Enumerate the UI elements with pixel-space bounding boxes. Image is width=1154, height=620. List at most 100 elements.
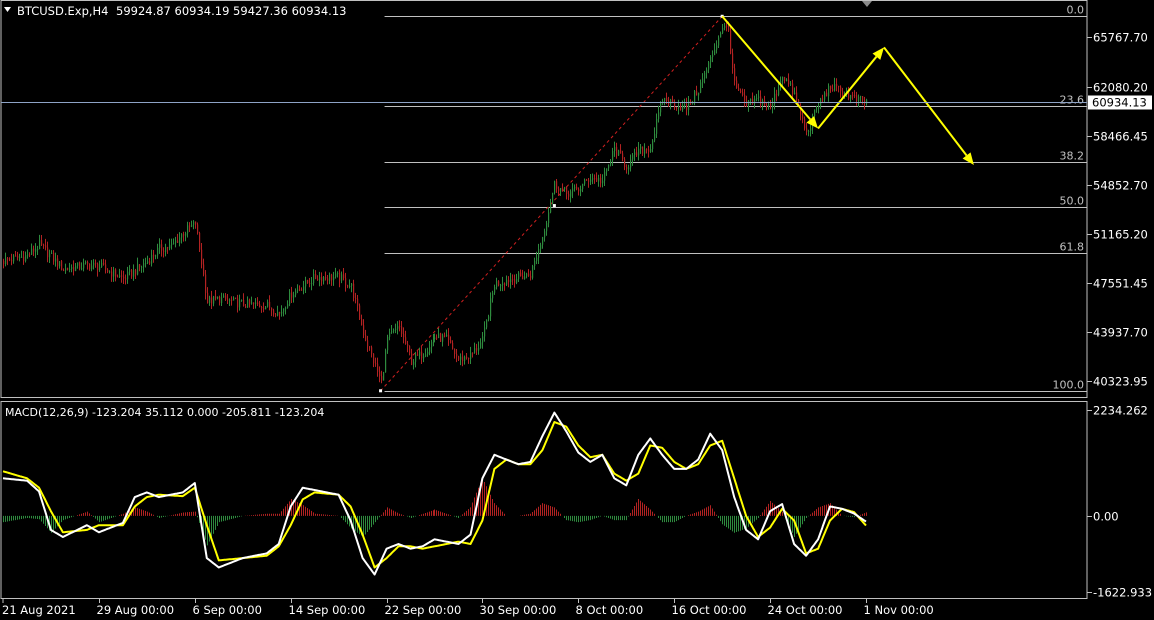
candlestick bbox=[734, 63, 736, 86]
candlestick bbox=[217, 296, 219, 300]
dropdown-triangle-icon[interactable] bbox=[4, 7, 11, 12]
candlestick bbox=[263, 302, 265, 313]
candlestick bbox=[750, 98, 752, 106]
candlestick bbox=[267, 299, 269, 308]
candlestick bbox=[309, 278, 311, 288]
candlestick bbox=[93, 259, 95, 270]
candlestick bbox=[347, 284, 349, 289]
candlestick bbox=[466, 353, 468, 360]
candlestick bbox=[193, 220, 195, 230]
candlestick bbox=[576, 183, 578, 191]
candlestick bbox=[594, 174, 596, 184]
candlestick bbox=[389, 328, 391, 341]
anchor-point[interactable] bbox=[379, 389, 383, 393]
candlestick bbox=[506, 275, 508, 286]
price-axis[interactable]: 65767.70 62080.20 58466.45 54852.70 51165.20… bbox=[1087, 31, 1152, 600]
candlestick bbox=[83, 258, 85, 272]
candlestick bbox=[409, 345, 411, 356]
fib-level-label: 50.0 bbox=[1060, 195, 1085, 208]
projection-arrows[interactable] bbox=[721, 15, 974, 166]
candlestick bbox=[357, 295, 359, 312]
last-price-label: 60934.13 bbox=[1092, 96, 1147, 110]
candlestick bbox=[710, 55, 712, 68]
candlestick bbox=[89, 263, 91, 271]
candlestick bbox=[251, 296, 253, 305]
candlestick bbox=[397, 321, 399, 335]
fib-level-label: 100.0 bbox=[1053, 379, 1085, 392]
macd-tick-label: 2234.262 bbox=[1093, 404, 1148, 418]
candlestick bbox=[109, 270, 111, 274]
symbol-header[interactable]: BTCUSD.Exp,H4 59924.87 60934.19 59427.36… bbox=[4, 4, 346, 18]
candlestick bbox=[151, 249, 153, 267]
candlestick bbox=[223, 293, 225, 298]
candlestick bbox=[436, 334, 438, 340]
candlestick bbox=[634, 148, 636, 162]
candlestick bbox=[125, 274, 127, 285]
projection-arrow[interactable] bbox=[721, 15, 819, 129]
anchor-point[interactable] bbox=[552, 204, 556, 208]
candlestick bbox=[596, 172, 598, 182]
candlestick bbox=[179, 232, 181, 247]
candlestick bbox=[55, 252, 57, 267]
projection-arrow[interactable] bbox=[817, 47, 884, 130]
candlestick bbox=[281, 305, 283, 317]
candlestick bbox=[297, 284, 299, 294]
candlestick bbox=[474, 342, 476, 354]
candlestick bbox=[161, 239, 163, 257]
candlestick bbox=[75, 262, 77, 272]
candlestick bbox=[548, 207, 550, 228]
candlestick bbox=[730, 24, 732, 55]
candlestick bbox=[189, 222, 191, 232]
time-axis[interactable]: 21 Aug 2021 29 Aug 00:00 6 Sep 00:00 14 Sep… bbox=[2, 598, 934, 617]
candlestick bbox=[311, 277, 313, 291]
fib-trend-line[interactable] bbox=[380, 15, 723, 392]
candlestick bbox=[233, 296, 235, 301]
candlestick bbox=[484, 321, 486, 342]
candlestick bbox=[129, 265, 131, 276]
macd-signal-line bbox=[2, 421, 867, 569]
fib-level-label: 0.0 bbox=[1067, 4, 1085, 17]
candlestick bbox=[341, 271, 343, 284]
candlestick bbox=[488, 314, 490, 322]
candlestick bbox=[554, 180, 556, 195]
candlestick bbox=[444, 332, 446, 338]
candlestick bbox=[782, 76, 784, 86]
candlestick bbox=[786, 78, 788, 82]
candlestick bbox=[175, 236, 177, 248]
candlestick bbox=[121, 270, 123, 283]
candlestick bbox=[127, 266, 129, 284]
candlestick bbox=[163, 247, 165, 258]
candlestick bbox=[177, 233, 179, 243]
candlestick bbox=[736, 76, 738, 89]
candlestick bbox=[524, 271, 526, 280]
candlestick bbox=[27, 249, 29, 259]
candlestick bbox=[139, 264, 141, 272]
candlestick bbox=[291, 286, 293, 304]
candlestick bbox=[534, 257, 536, 270]
candlestick bbox=[628, 164, 630, 175]
candlestick bbox=[520, 269, 522, 277]
candlestick bbox=[456, 349, 458, 363]
price-candles bbox=[3, 21, 868, 384]
candlestick bbox=[303, 280, 305, 295]
candlestick bbox=[508, 276, 510, 288]
candlestick bbox=[249, 298, 251, 308]
trading-chart[interactable]: 0.0 23.6 38.2 50.0 61.8 100.0 65767.70 62080.2… bbox=[0, 0, 1154, 620]
candlestick bbox=[295, 288, 297, 298]
candlestick bbox=[37, 245, 39, 255]
candlestick bbox=[417, 350, 419, 356]
candlestick bbox=[343, 268, 345, 281]
candlestick bbox=[714, 43, 716, 56]
candlestick bbox=[532, 264, 534, 280]
candlestick bbox=[644, 143, 646, 158]
candlestick bbox=[438, 328, 440, 339]
candlestick bbox=[373, 353, 375, 368]
scroll-shift-marker-icon[interactable] bbox=[862, 1, 872, 7]
candlestick bbox=[606, 168, 608, 176]
candlestick bbox=[800, 103, 802, 121]
candlestick bbox=[856, 91, 858, 106]
candlestick bbox=[482, 332, 484, 349]
last-price-box: 60934.13 bbox=[1088, 95, 1152, 110]
candlestick bbox=[514, 274, 516, 288]
candlestick bbox=[544, 228, 546, 242]
